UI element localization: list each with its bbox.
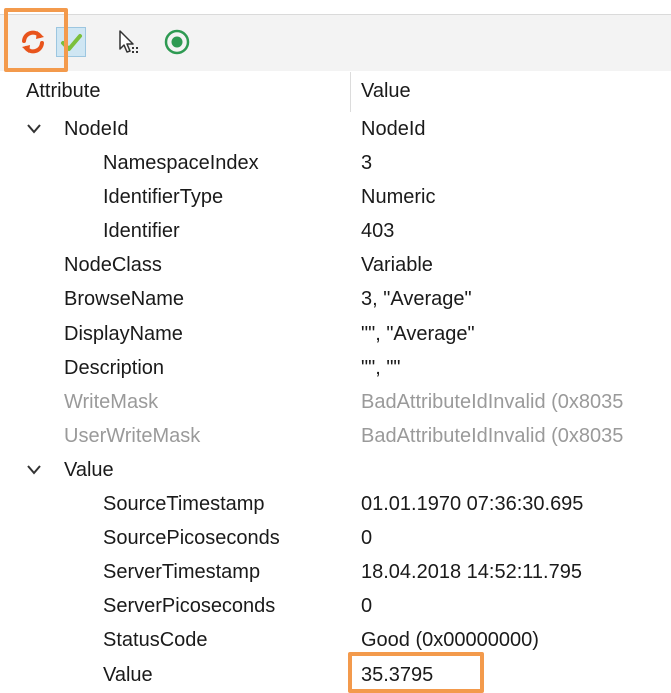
table-row[interactable]: StatusCode Good (0x00000000): [0, 623, 671, 657]
table-row[interactable]: NodeClass Variable: [0, 248, 671, 282]
table-row[interactable]: ServerPicoseconds 0: [0, 589, 671, 623]
attribute-value: 0: [361, 595, 373, 618]
attribute-value: Variable: [361, 254, 433, 277]
attribute-name: BrowseName: [64, 288, 185, 311]
attribute-value: Numeric: [361, 186, 436, 209]
attribute-table: NodeId NodeId NamespaceIndex 3 IdentifierTyp…: [0, 112, 671, 692]
table-row[interactable]: Value 35.3795: [0, 658, 671, 692]
table-row[interactable]: WriteMask BadAttributeIdInvalid (0x8035: [0, 385, 671, 419]
refresh-icon[interactable]: [18, 27, 48, 57]
attribute-name: Identifier: [103, 220, 180, 243]
attribute-value: 01.01.1970 07:36:30.695: [361, 493, 584, 516]
toolbar: [0, 14, 671, 71]
attribute-name: NodeId: [64, 118, 129, 140]
attribute-name: SourceTimestamp: [103, 493, 265, 516]
attribute-value: BadAttributeIdInvalid (0x8035: [361, 390, 624, 413]
attribute-name: Description: [64, 356, 165, 379]
table-header: Attribute Value: [0, 72, 671, 112]
target-icon[interactable]: [162, 27, 192, 57]
attribute-value: 3, "Average": [361, 288, 472, 311]
attribute-value: 3: [361, 152, 373, 175]
attribute-value: 0: [361, 527, 373, 550]
attribute-name: WriteMask: [64, 390, 159, 413]
attribute-name: Value: [103, 663, 153, 686]
table-row[interactable]: NamespaceIndex 3: [0, 146, 671, 180]
attribute-name: StatusCode: [103, 629, 208, 652]
table-row[interactable]: SourcePicoseconds 0: [0, 521, 671, 555]
table-row[interactable]: IdentifierType Numeric: [0, 180, 671, 214]
chevron-down-icon[interactable]: [26, 463, 42, 477]
table-row[interactable]: DisplayName "", "Average": [0, 317, 671, 351]
table-row[interactable]: BrowseName 3, "Average": [0, 282, 671, 316]
attribute-name: NodeClass: [64, 254, 162, 277]
attribute-name: UserWriteMask: [64, 424, 201, 447]
attribute-value: 35.3795: [361, 663, 434, 686]
column-header-value[interactable]: Value: [361, 72, 411, 112]
table-row[interactable]: SourceTimestamp 01.01.1970 07:36:30.695: [0, 487, 671, 521]
attribute-value: "", "": [361, 356, 401, 379]
table-row[interactable]: Identifier 403: [0, 214, 671, 248]
attribute-value: [361, 453, 671, 487]
attribute-name: IdentifierType: [103, 186, 224, 209]
table-row[interactable]: Value: [0, 453, 671, 487]
table-row[interactable]: NodeId NodeId: [0, 112, 671, 146]
attribute-value: "", "Average": [361, 322, 475, 345]
attribute-value: 403: [361, 220, 395, 243]
cursor-select-icon[interactable]: [114, 27, 144, 57]
chevron-down-icon[interactable]: [26, 122, 42, 136]
attribute-value: 18.04.2018 14:52:11.795: [361, 561, 582, 584]
attribute-value: Good (0x00000000): [361, 629, 539, 652]
attribute-value: NodeId: [361, 118, 426, 140]
attribute-name: DisplayName: [64, 322, 183, 345]
attribute-name: NamespaceIndex: [103, 152, 259, 175]
table-row[interactable]: ServerTimestamp 18.04.2018 14:52:11.795: [0, 555, 671, 589]
column-header-attribute[interactable]: Attribute: [26, 72, 100, 112]
table-row[interactable]: UserWriteMask BadAttributeIdInvalid (0x80…: [0, 419, 671, 453]
attribute-value: BadAttributeIdInvalid (0x8035: [361, 424, 624, 447]
attribute-name: ServerTimestamp: [103, 561, 261, 584]
attribute-name: SourcePicoseconds: [103, 527, 280, 550]
checkmark-icon[interactable]: [56, 27, 86, 57]
column-divider[interactable]: [350, 72, 351, 112]
attribute-name: Value: [64, 458, 114, 481]
attribute-name: ServerPicoseconds: [103, 595, 276, 618]
table-row[interactable]: Description "", "": [0, 351, 671, 385]
